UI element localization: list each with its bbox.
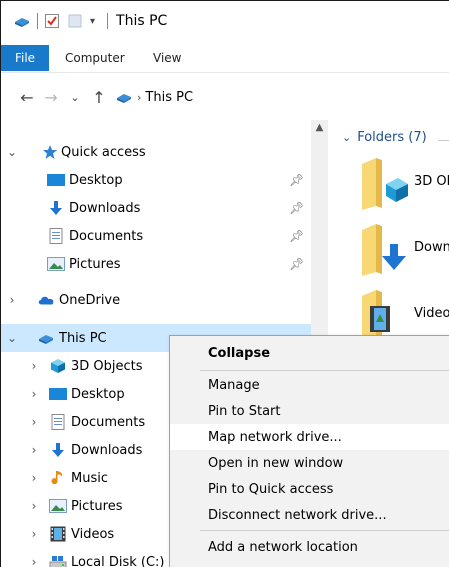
chevron-right-icon[interactable]: › — [27, 471, 41, 485]
qat-separator — [37, 13, 38, 29]
nav-label: Music — [71, 470, 108, 486]
breadcrumb-separator-icon[interactable]: › — [137, 91, 141, 104]
chevron-right-icon[interactable]: › — [27, 499, 41, 513]
nav-label: Videos — [71, 526, 115, 542]
chevron-right-icon[interactable]: › — [27, 415, 41, 429]
chevron-down-icon[interactable]: ⌄ — [5, 145, 19, 159]
nav-label: Downloads — [69, 200, 141, 216]
folder-item-3d-objects[interactable]: 3D Ob — [360, 156, 449, 216]
group-header-label: Folders (7) — [357, 130, 427, 145]
3d-objects-icon — [49, 358, 67, 374]
nav-label: Desktop — [69, 172, 123, 188]
properties-qat-icon[interactable] — [44, 13, 60, 29]
chevron-right-icon[interactable]: › — [27, 527, 41, 541]
qat-customize-dropdown-icon[interactable]: ▾ — [90, 16, 95, 27]
star-icon — [41, 144, 59, 160]
menu-item-open-in-new-window[interactable]: Open in new window — [170, 450, 449, 476]
up-arrow-icon[interactable]: ↑ — [87, 88, 111, 107]
menu-item-collapse[interactable]: Collapse — [170, 340, 449, 366]
nav-label: Downloads — [71, 442, 143, 458]
folder-label: Down — [414, 240, 449, 255]
tab-computer[interactable]: Computer — [65, 45, 125, 71]
download-icon — [47, 200, 65, 216]
context-menu: Collapse Manage Pin to Start Map network… — [169, 335, 449, 567]
chevron-down-icon[interactable]: ⌄ — [342, 131, 351, 144]
chevron-right-icon[interactable]: › — [5, 293, 19, 307]
download-icon — [49, 442, 67, 458]
pin-icon[interactable]: 📌︎ — [289, 257, 304, 271]
nav-item-quick-pictures[interactable]: Pictures 📌︎ — [1, 250, 311, 278]
nav-label: 3D Objects — [71, 358, 143, 374]
pictures-icon — [49, 498, 67, 514]
desktop-icon — [47, 172, 65, 188]
menu-separator — [200, 530, 449, 531]
nav-item-quick-desktop[interactable]: Desktop 📌︎ — [1, 166, 311, 194]
new-folder-qat-icon[interactable] — [68, 13, 82, 29]
folder-item-downloads[interactable]: Down — [360, 222, 449, 282]
menu-item-pin-to-start[interactable]: Pin to Start — [170, 398, 449, 424]
nav-item-quick-downloads[interactable]: Downloads 📌︎ — [1, 194, 311, 222]
menu-item-disconnect-network-drive[interactable]: Disconnect network drive... — [170, 502, 449, 528]
nav-item-quick-access[interactable]: ⌄ Quick access — [1, 138, 311, 166]
menu-item-manage[interactable]: Manage — [170, 372, 449, 398]
this-pc-small-icon — [13, 13, 31, 29]
nav-label: This PC — [59, 330, 107, 346]
chevron-right-icon[interactable]: › — [27, 359, 41, 373]
tab-file[interactable]: File — [1, 45, 49, 71]
explorer-window: ▾ This PC File Computer View ← → ⌄ ↑ › T… — [0, 0, 449, 567]
this-pc-address-icon — [115, 89, 133, 105]
nav-label: Quick access — [61, 144, 146, 160]
documents-icon — [47, 228, 65, 244]
nav-label: Desktop — [71, 386, 125, 402]
menu-item-pin-to-quick-access[interactable]: Pin to Quick access — [170, 476, 449, 502]
back-arrow-icon[interactable]: ← — [15, 88, 39, 107]
scroll-up-arrow-icon[interactable]: ▲ — [311, 122, 328, 133]
chevron-right-icon[interactable]: › — [27, 387, 41, 401]
menu-item-map-network-drive[interactable]: Map network drive... — [170, 424, 449, 450]
nav-item-onedrive[interactable]: › OneDrive — [1, 286, 311, 314]
nav-label: Pictures — [71, 498, 123, 514]
breadcrumb[interactable]: This PC — [145, 90, 193, 105]
menu-separator — [200, 370, 449, 371]
nav-label: OneDrive — [59, 292, 121, 308]
group-divider — [438, 140, 449, 141]
chevron-right-icon[interactable]: › — [27, 443, 41, 457]
address-row: ← → ⌄ ↑ › This PC — [1, 74, 449, 120]
music-icon — [49, 470, 67, 486]
desktop-icon — [49, 386, 67, 402]
chevron-right-icon[interactable]: › — [27, 555, 41, 567]
recent-locations-chevron-icon[interactable]: ⌄ — [63, 91, 87, 104]
folder-label: Video — [414, 306, 449, 321]
3d-objects-folder-icon — [360, 156, 408, 212]
nav-label: Local Disk (C:) — [71, 554, 165, 567]
cloud-icon — [37, 292, 55, 308]
downloads-folder-icon — [360, 222, 408, 278]
nav-label: Pictures — [69, 256, 121, 272]
nav-item-quick-documents[interactable]: Documents 📌︎ — [1, 222, 311, 250]
menu-item-add-network-location[interactable]: Add a network location — [170, 534, 449, 560]
folders-group-header[interactable]: ⌄ Folders (7) — [342, 130, 427, 145]
forward-arrow-icon[interactable]: → — [39, 88, 63, 107]
title-bar: ▾ This PC — [1, 1, 449, 41]
tab-view[interactable]: View — [153, 45, 181, 71]
folder-label: 3D Ob — [414, 174, 449, 189]
nav-label: Documents — [69, 228, 144, 244]
nav-label: Documents — [71, 414, 146, 430]
pin-icon[interactable]: 📌︎ — [289, 201, 304, 215]
pin-icon[interactable]: 📌︎ — [289, 229, 304, 243]
ribbon-tabs: File Computer View — [1, 41, 449, 73]
pictures-icon — [47, 256, 65, 272]
videos-icon — [49, 526, 67, 542]
this-pc-icon — [37, 330, 55, 346]
chevron-down-icon[interactable]: ⌄ — [5, 331, 19, 345]
title-separator — [107, 13, 109, 29]
drive-icon — [49, 554, 67, 567]
window-title: This PC — [116, 13, 168, 29]
documents-icon — [49, 414, 67, 430]
pin-icon[interactable]: 📌︎ — [289, 173, 304, 187]
